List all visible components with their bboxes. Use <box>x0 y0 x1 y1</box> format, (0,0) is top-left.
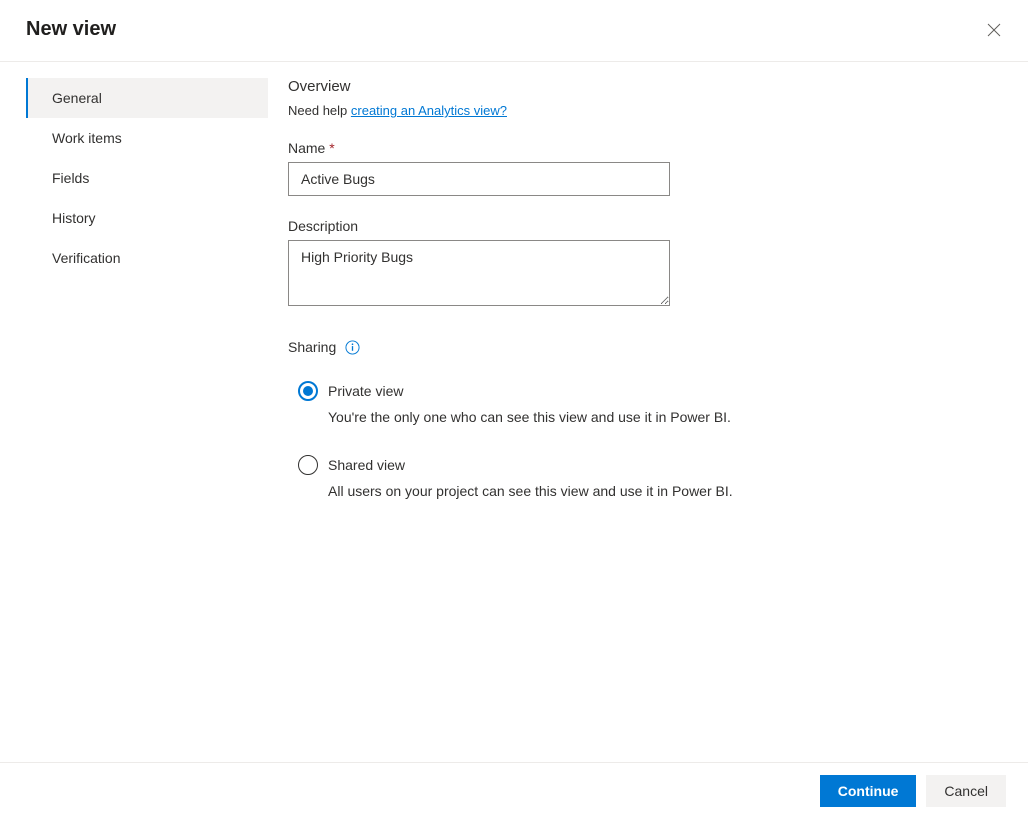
sidebar-item-label: History <box>52 210 96 226</box>
sidebar: General Work items Fields History Verifi… <box>0 78 268 529</box>
footer: Continue Cancel <box>0 762 1028 819</box>
cancel-button[interactable]: Cancel <box>926 775 1006 807</box>
radio-shared-label: Shared view <box>328 457 405 473</box>
radio-private-view[interactable]: Private view <box>298 381 1008 401</box>
close-icon[interactable] <box>986 22 1002 38</box>
radio-shared-description: All users on your project can see this v… <box>328 483 1008 499</box>
help-prefix: Need help <box>288 103 351 118</box>
radio-circle-selected-icon <box>298 381 318 401</box>
sidebar-item-work-items[interactable]: Work items <box>26 118 268 158</box>
sidebar-item-label: Verification <box>52 250 120 266</box>
help-link[interactable]: creating an Analytics view? <box>351 103 507 118</box>
sidebar-item-general[interactable]: General <box>26 78 268 118</box>
continue-button[interactable]: Continue <box>820 775 917 807</box>
radio-circle-icon <box>298 455 318 475</box>
overview-title: Overview <box>288 78 1008 95</box>
description-input[interactable]: High Priority Bugs <box>288 240 670 306</box>
info-icon[interactable] <box>344 339 360 355</box>
name-label: Name * <box>288 140 1008 156</box>
description-label: Description <box>288 218 1008 234</box>
radio-private-label: Private view <box>328 383 403 399</box>
sharing-label: Sharing <box>288 339 336 355</box>
sidebar-item-label: Work items <box>52 130 122 146</box>
sidebar-item-fields[interactable]: Fields <box>26 158 268 198</box>
page-title: New view <box>26 18 116 41</box>
help-text: Need help creating an Analytics view? <box>288 103 1008 118</box>
sidebar-item-history[interactable]: History <box>26 198 268 238</box>
required-asterisk: * <box>329 140 334 156</box>
sidebar-item-label: General <box>52 90 102 106</box>
sidebar-item-label: Fields <box>52 170 89 186</box>
name-input[interactable] <box>288 162 670 196</box>
radio-private-description: You're the only one who can see this vie… <box>328 409 1008 425</box>
main-content: Overview Need help creating an Analytics… <box>268 78 1028 529</box>
radio-shared-view[interactable]: Shared view <box>298 455 1008 475</box>
sidebar-item-verification[interactable]: Verification <box>26 238 268 278</box>
